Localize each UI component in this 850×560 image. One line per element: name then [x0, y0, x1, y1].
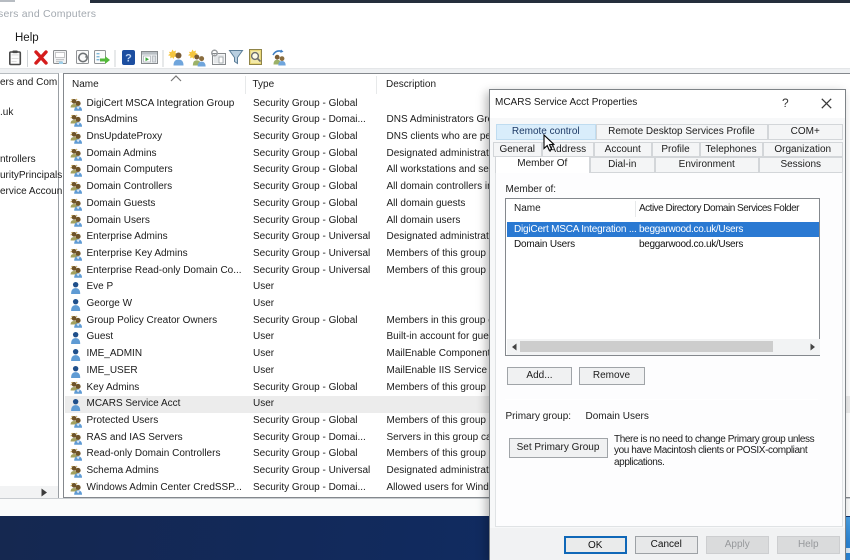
svg-text:?: ? — [125, 53, 132, 65]
